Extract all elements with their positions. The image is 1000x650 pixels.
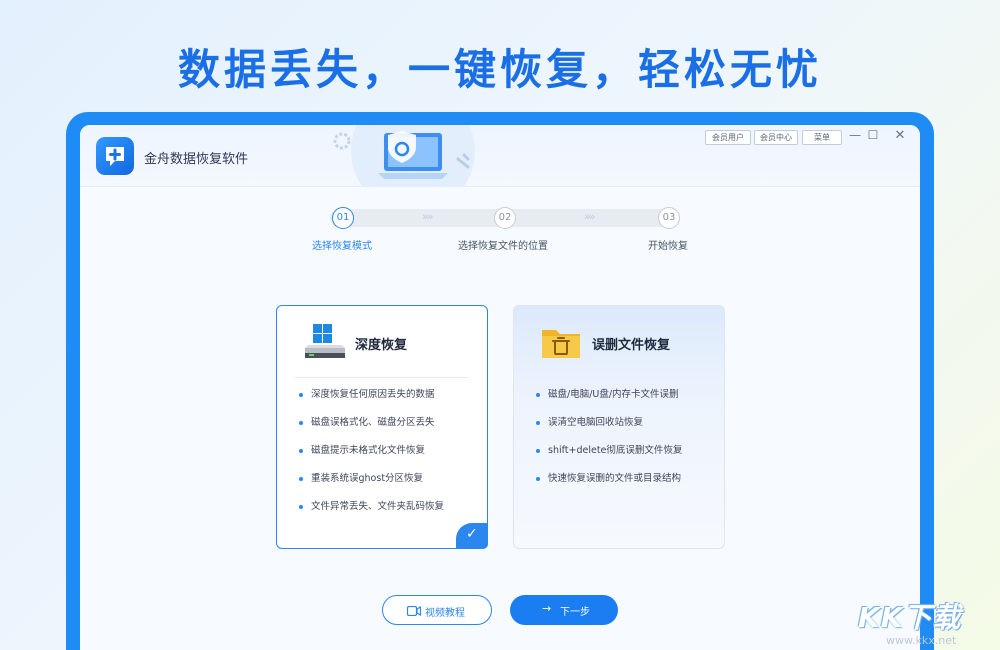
windows-drive-icon [305,324,345,358]
app-logo-icon [96,137,134,175]
minimize-icon[interactable]: — [848,128,862,142]
deep-recovery-card[interactable]: 深度恢复 深度恢复任何原因丢失的数据 磁盘误格式化、磁盘分区丢失 磁盘提示未格式… [276,305,488,549]
step-3-indicator: 03 [658,207,680,229]
step-progress: 01 »» 02 »» 03 选择恢复模式 选择恢复文件的位置 开始恢复 [310,205,700,255]
list-item: 磁盘提示未格式化文件恢复 [299,444,444,472]
video-camera-icon [407,606,421,616]
chevron-right-icon: »» [584,210,595,223]
headline: 数据丢失，一键恢复，轻松无忧 [177,45,822,94]
list-item: 误清空电脑回收站恢复 [536,416,682,444]
folder-trash-icon [542,330,580,358]
deleted-file-recovery-card[interactable]: 误删文件恢复 磁盘/电脑/U盘/内存卡文件误删 误清空电脑回收站恢复 shift… [513,305,725,549]
list-item: 磁盘误格式化、磁盘分区丢失 [299,416,444,444]
list-item: 快速恢复误删的文件或目录结构 [536,472,682,500]
next-step-button[interactable]: → 下一步 [510,595,618,625]
step-2-indicator: 02 [494,207,516,229]
chevron-right-icon: »» [422,210,433,223]
next-step-label: 下一步 [560,607,590,618]
selected-check-icon: ✓ [456,523,488,549]
list-item: 重装系统误ghost分区恢复 [299,472,444,500]
arrow-right-icon: → [542,602,552,615]
video-tutorial-button[interactable]: 视频教程 [382,595,492,625]
watermark: KK下载 www.kkx.net [858,596,998,650]
member-user-button[interactable]: 会员用户 [705,130,751,145]
watermark-logo: KK下载 [858,601,962,634]
banner-illustration-icon [333,125,475,187]
card-header: 误删文件恢复 [514,306,724,378]
title-bar: 金舟数据恢复软件 会员用户 会员中心 菜单 — ☐ ✕ [80,125,920,187]
menu-button[interactable]: 菜单 [802,130,842,145]
app-title: 金舟数据恢复软件 [144,152,249,167]
card-header: 深度恢复 [295,306,469,378]
list-item: shift+delete彻底误删文件恢复 [536,444,682,472]
video-tutorial-label: 视频教程 [425,608,465,619]
step-2-label: 选择恢复文件的位置 [458,241,548,252]
deleted-file-recovery-features: 磁盘/电脑/U盘/内存卡文件误删 误清空电脑回收站恢复 shift+delete… [536,388,682,500]
watermark-url: www.kkx.net [886,634,957,647]
app-window: 金舟数据恢复软件 会员用户 会员中心 菜单 — ☐ ✕ 01 »» 02 »» … [80,125,920,650]
deep-recovery-title: 深度恢复 [355,338,408,353]
close-icon[interactable]: ✕ [893,128,907,143]
step-3-label: 开始恢复 [648,241,688,252]
step-1-label: 选择恢复模式 [312,241,372,252]
list-item: 文件异常丢失、文件夹乱码恢复 [299,500,444,528]
member-center-button[interactable]: 会员中心 [754,130,798,145]
step-1-indicator: 01 [332,207,354,229]
list-item: 磁盘/电脑/U盘/内存卡文件误删 [536,388,682,416]
maximize-icon[interactable]: ☐ [866,128,880,142]
deep-recovery-features: 深度恢复任何原因丢失的数据 磁盘误格式化、磁盘分区丢失 磁盘提示未格式化文件恢复… [299,388,444,528]
list-item: 深度恢复任何原因丢失的数据 [299,388,444,416]
deleted-file-recovery-title: 误删文件恢复 [592,338,671,353]
